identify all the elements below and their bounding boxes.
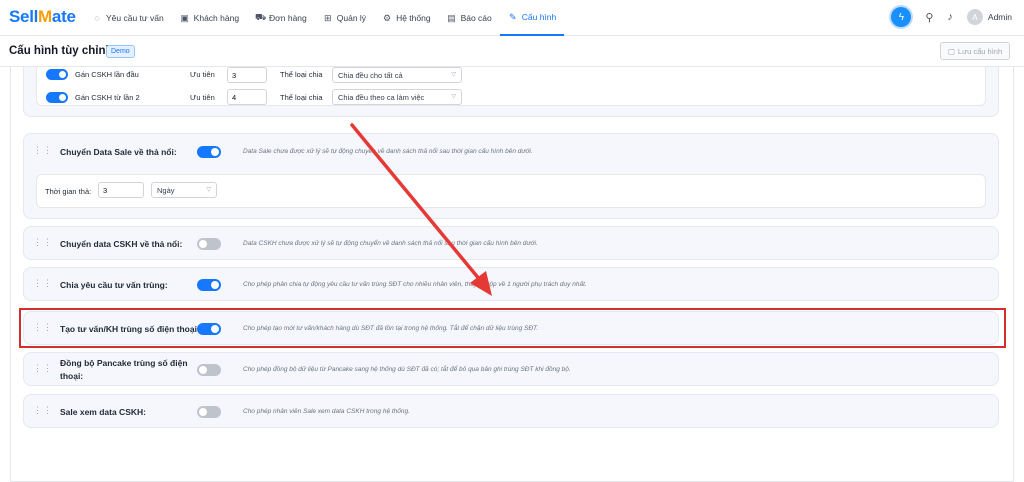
assign-first-type-select[interactable]: Chia đều cho tất cả ▽ <box>332 67 462 83</box>
setting-label-line2: thoại: <box>60 371 84 381</box>
nav-item-reports[interactable]: ▤ Báo cáo <box>439 0 500 36</box>
setting-toggle-cskh-float[interactable] <box>197 238 221 250</box>
nav-item-orders[interactable]: ⛟ Đơn hàng <box>247 0 315 36</box>
drag-handle-icon[interactable]: ⋮⋮ <box>33 238 52 247</box>
toolbar-right: ϟ ⚲ ♪ A Admin <box>891 7 1012 27</box>
nav-label: Báo cáo <box>460 13 492 23</box>
save-config-label: Lưu cấu hình <box>957 46 1003 56</box>
bell-icon[interactable]: ♪ <box>947 11 953 23</box>
assign-cskh-card <box>23 67 999 117</box>
page-title: Cấu hình tùy chỉnh <box>9 45 113 57</box>
search-icon[interactable]: ⚲ <box>925 11 933 24</box>
nav-label: Hệ thống <box>396 13 431 23</box>
assign-first-priority-input[interactable]: 3 <box>227 67 267 83</box>
chevron-down-icon: ▽ <box>451 72 456 78</box>
drag-handle-icon[interactable]: ⋮⋮ <box>33 406 52 415</box>
assign-first-label: Gán CSKH lần đầu <box>75 70 139 79</box>
user-name: Admin <box>987 12 1012 22</box>
setting-card-cskh-float: ⋮⋮ Chuyển data CSKH về thả nổi: Data CSK… <box>23 226 999 260</box>
nav-label: Đơn hàng <box>269 13 307 23</box>
setting-description: Data Sale chưa được xử lý sẽ tự động chu… <box>243 148 533 155</box>
user-menu[interactable]: A Admin <box>966 9 1012 25</box>
float-time-input[interactable]: 3 <box>98 182 144 198</box>
assign-second-priority-label: Ưu tiên <box>190 93 215 102</box>
setting-description: Cho phép đồng bộ dữ liệu từ Pancake sang… <box>243 366 571 373</box>
setting-toggle-split-duplicate[interactable] <box>197 279 221 291</box>
chevron-down-icon: ▽ <box>206 187 211 193</box>
nav-item-system[interactable]: ⚙ Hệ thống <box>374 0 439 36</box>
assign-second-toggle[interactable] <box>46 92 68 103</box>
assign-rows-panel <box>36 67 986 106</box>
assign-first-type-label: Thể loại chia <box>280 70 323 79</box>
setting-card-sale-float: ⋮⋮ Chuyển Data Sale về thả nổi: Data Sal… <box>23 133 999 219</box>
assign-second-type-label: Thể loại chia <box>280 93 323 102</box>
float-time-panel: Thời gian thả: 3 Ngày ▽ <box>36 174 986 208</box>
chart-icon: ▤ <box>447 12 456 23</box>
drag-handle-icon[interactable]: ⋮⋮ <box>33 146 52 155</box>
setting-label: Chuyển Data Sale về thả nổi: <box>60 147 177 157</box>
drag-handle-icon[interactable]: ⋮⋮ <box>33 364 52 373</box>
logo-text-part1: Sell <box>9 7 39 26</box>
setting-toggle-sale-view-cskh[interactable] <box>197 406 221 418</box>
setting-label-line1: Đồng bộ Pancake trùng số điện <box>60 358 188 368</box>
setting-label: Chia yêu cầu tư vấn trùng: <box>60 280 168 290</box>
assign-second-label: Gán CSKH từ lần 2 <box>75 93 140 102</box>
assign-second-type-value: Chia đều theo ca làm việc <box>338 93 425 102</box>
setting-toggle-pancake-sync[interactable] <box>197 364 221 376</box>
nav-label: Quản lý <box>336 13 367 23</box>
save-config-button[interactable]: ▢ Lưu cấu hình <box>940 42 1010 60</box>
setting-card-pancake-sync: ⋮⋮ Đồng bộ Pancake trùng số điện thoại: … <box>23 352 999 386</box>
chat-bubble-icon: ◌ <box>94 13 100 23</box>
assign-first-priority-label: Ưu tiên <box>190 70 215 79</box>
setting-label: Sale xem data CSKH: <box>60 407 146 417</box>
assign-first-type-value: Chia đều cho tất cả <box>338 71 403 80</box>
main-nav: ◌ Yêu cầu tư vấn ▣ Khách hàng ⛟ Đơn hàng ⊞ Q… <box>84 0 565 36</box>
drag-handle-icon[interactable]: ⋮⋮ <box>33 279 52 288</box>
wrench-icon: ✎ <box>508 11 517 22</box>
nav-item-customers[interactable]: ▣ Khách hàng <box>172 0 247 36</box>
nav-item-management[interactable]: ⊞ Quản lý <box>315 0 374 36</box>
contacts-card-icon: ▣ <box>180 12 189 23</box>
setting-card-split-duplicate: ⋮⋮ Chia yêu cầu tư vấn trùng: Cho phép p… <box>23 267 999 301</box>
nav-label: Khách hàng <box>193 13 240 23</box>
gear-icon: ⚙ <box>383 12 392 23</box>
setting-card-sale-view-cskh: ⋮⋮ Sale xem data CSKH: Cho phép nhân viê… <box>23 394 999 428</box>
setting-description: Cho phép nhân viên Sale xem data CSKH tr… <box>243 408 410 415</box>
setting-toggle-sale-float[interactable] <box>197 146 221 158</box>
chevron-down-icon: ▽ <box>451 94 456 100</box>
save-icon: ▢ <box>947 46 955 56</box>
cart-icon: ⛟ <box>255 12 267 22</box>
setting-label: Chuyển data CSKH về thả nổi: <box>60 239 183 249</box>
settings-content: Gán CSKH lần đầu Ưu tiên 3 Thể loại chia… <box>10 67 1014 482</box>
grid-icon: ⊞ <box>323 12 332 23</box>
float-time-label: Thời gian thả: <box>45 187 92 196</box>
nav-item-settings[interactable]: ✎ Cấu hình <box>499 0 565 36</box>
logo-text-part2: M <box>38 7 52 26</box>
setting-description: Cho phép phân chia tự động yêu cầu tư vấ… <box>243 281 587 288</box>
avatar: A <box>966 9 983 25</box>
nav-item-consult-requests[interactable]: ◌ Yêu cầu tư vấn <box>84 0 172 36</box>
logo-text-part3: ate <box>51 7 76 26</box>
setting-description: Data CSKH chưa được xử lý sẽ tự động chu… <box>243 240 538 247</box>
assign-second-priority-input[interactable]: 4 <box>227 89 267 105</box>
nav-label: Yêu cầu tư vấn <box>106 13 164 23</box>
sellmate-logo[interactable]: SellMate <box>9 7 76 27</box>
lightning-icon[interactable]: ϟ <box>891 7 912 27</box>
float-time-unit-select[interactable]: Ngày ▽ <box>151 182 217 198</box>
highlight-box <box>19 308 1006 348</box>
nav-label: Cấu hình <box>521 12 557 22</box>
demo-badge: Demo <box>106 45 135 58</box>
assign-second-type-select[interactable]: Chia đều theo ca làm việc ▽ <box>332 89 462 105</box>
float-time-unit-value: Ngày <box>157 186 175 195</box>
assign-first-toggle[interactable] <box>46 69 68 80</box>
top-navbar: SellMate ◌ Yêu cầu tư vấn ▣ Khách hàng ⛟ Đơ… <box>0 0 1024 36</box>
